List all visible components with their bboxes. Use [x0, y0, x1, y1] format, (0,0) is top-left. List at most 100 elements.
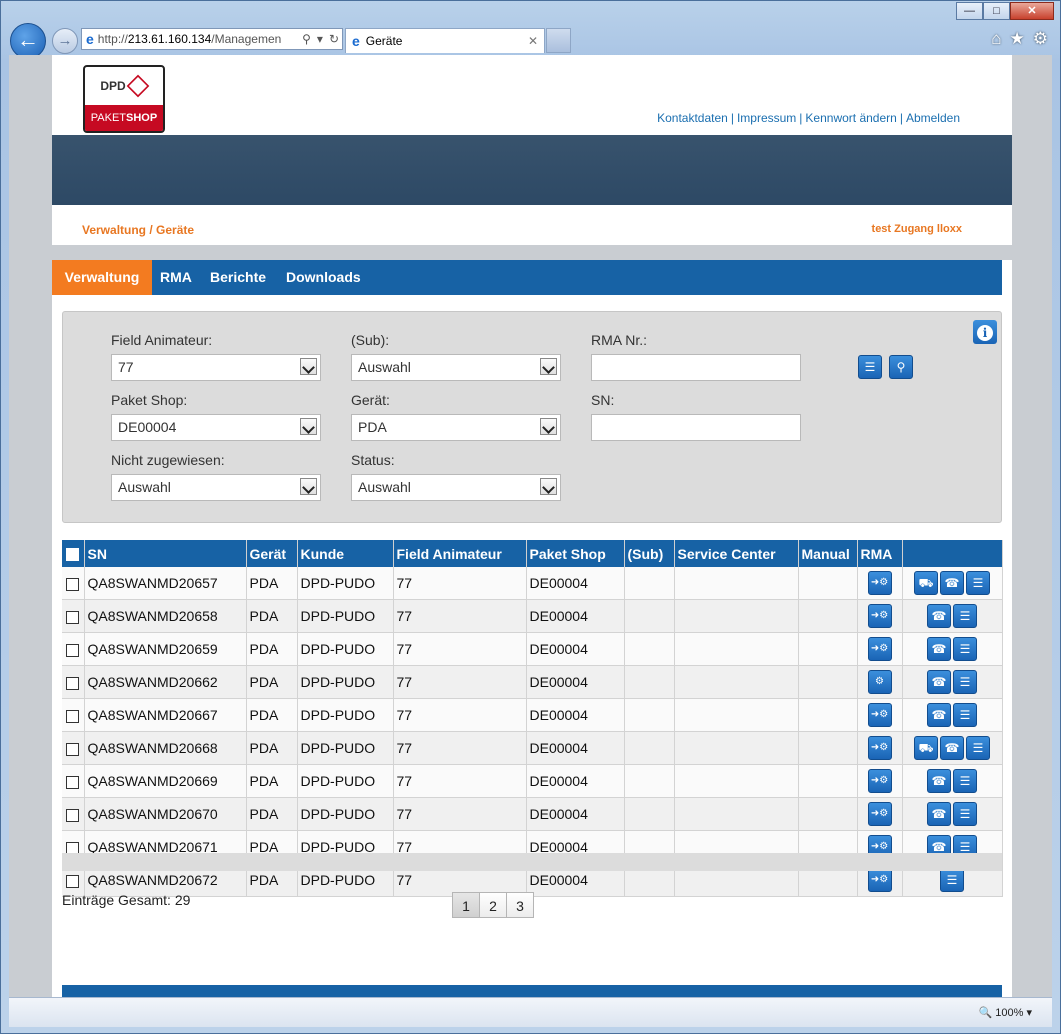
row-select[interactable] — [62, 698, 85, 732]
page-2[interactable]: 2 — [479, 892, 507, 918]
info-icon[interactable]: i — [973, 320, 997, 344]
search-icon[interactable]: ⚲ — [889, 355, 913, 379]
row-select[interactable] — [62, 599, 85, 633]
gear-icon[interactable]: ⚙ — [867, 670, 892, 694]
maximize-button[interactable]: □ — [983, 2, 1010, 20]
row-select[interactable] — [62, 731, 85, 765]
document-icon[interactable]: ☰ — [953, 769, 977, 793]
arrow-gear-icon[interactable]: ➜⚙ — [867, 637, 892, 661]
arrow-gear-icon[interactable]: ➜⚙ — [867, 604, 892, 628]
close-tab-icon[interactable]: ✕ — [528, 34, 538, 48]
geraet-select[interactable]: PDA — [351, 414, 561, 441]
home-icon[interactable]: ⌂ — [991, 29, 1001, 49]
phone-icon[interactable]: ☎ — [927, 769, 951, 793]
arrow-gear-icon[interactable]: ➜⚙ — [867, 571, 892, 595]
settings-gear-icon[interactable]: ⚙ — [1033, 29, 1048, 49]
minimize-button[interactable]: — — [956, 2, 983, 20]
dropdown-icon[interactable]: ▾ — [317, 32, 323, 46]
back-arrow-icon[interactable]: ← — [10, 23, 46, 59]
menu-downloads[interactable]: Downloads — [286, 260, 361, 295]
menu-verwaltung[interactable]: Verwaltung — [52, 260, 152, 295]
field-animateur-select[interactable]: 77 — [111, 354, 321, 381]
row-select[interactable] — [62, 797, 85, 831]
row-checkbox[interactable] — [66, 643, 79, 657]
phone-icon[interactable]: ☎ — [927, 802, 951, 826]
row-checkbox[interactable] — [66, 742, 79, 756]
col-field-animateur[interactable]: Field Animateur — [393, 540, 527, 567]
link-kontaktdaten[interactable]: Kontaktdaten — [657, 111, 728, 125]
address-bar[interactable]: e http://213.61.160.134/Managemen ⚲ ▾ ↻ — [81, 28, 343, 50]
arrow-gear-icon[interactable]: ➜⚙ — [867, 703, 892, 727]
sub-select[interactable]: Auswahl — [351, 354, 561, 381]
select-all-header[interactable] — [62, 540, 85, 567]
document-icon[interactable]: ☰ — [953, 604, 977, 628]
col-manual[interactable]: Manual — [798, 540, 858, 567]
arrow-gear-icon[interactable]: ➜⚙ — [867, 802, 892, 826]
arrow-gear-icon[interactable]: ➜⚙ — [867, 868, 892, 892]
page-3[interactable]: 3 — [506, 892, 534, 918]
phone-icon[interactable]: ☎ — [927, 637, 951, 661]
row-checkbox[interactable] — [66, 775, 79, 789]
link-abmelden[interactable]: Abmelden — [906, 111, 960, 125]
row-checkbox[interactable] — [66, 610, 79, 624]
zoom-level[interactable]: 🔍 100% ▾ — [979, 1006, 1032, 1019]
favorites-star-icon[interactable]: ★ — [1010, 29, 1025, 49]
document-icon[interactable]: ☰ — [953, 802, 977, 826]
truck-icon[interactable]: ⛟ — [914, 736, 938, 760]
row-select[interactable] — [62, 567, 85, 600]
document-icon[interactable]: ☰ — [966, 736, 990, 760]
document-icon[interactable]: ☰ — [858, 355, 882, 379]
dpd-paketshop-logo[interactable]: DPD PAKETSHOP — [83, 65, 165, 133]
document-icon[interactable]: ☰ — [966, 571, 990, 595]
phone-icon[interactable]: ☎ — [940, 736, 964, 760]
document-icon[interactable]: ☰ — [953, 670, 977, 694]
new-tab-button[interactable] — [546, 28, 571, 53]
row-checkbox[interactable] — [66, 808, 79, 822]
close-window-button[interactable]: ✕ — [1010, 2, 1054, 20]
col-sub[interactable]: (Sub) — [624, 540, 675, 567]
document-icon[interactable]: ☰ — [940, 868, 964, 892]
row-select[interactable] — [62, 632, 85, 666]
cell-rma: ➜⚙ — [857, 698, 903, 732]
browser-tab[interactable]: e Geräte ✕ — [345, 28, 545, 53]
select-all-checkbox[interactable] — [66, 548, 79, 562]
truck-icon[interactable]: ⛟ — [914, 571, 938, 595]
col-sn[interactable]: SN — [84, 540, 247, 567]
phone-icon[interactable]: ☎ — [927, 604, 951, 628]
nicht-zugewiesen-select[interactable]: Auswahl — [111, 474, 321, 501]
menu-berichte[interactable]: Berichte — [210, 260, 266, 295]
row-select[interactable] — [62, 665, 85, 699]
col-service-center[interactable]: Service Center — [674, 540, 799, 567]
col-geraet[interactable]: Gerät — [246, 540, 298, 567]
row-checkbox[interactable] — [66, 874, 79, 888]
menu-rma[interactable]: RMA — [160, 260, 192, 295]
phone-icon[interactable]: ☎ — [940, 571, 964, 595]
document-icon[interactable]: ☰ — [953, 637, 977, 661]
refresh-icon[interactable]: ↻ — [329, 32, 339, 46]
browser-tools: ⌂ ★ ⚙ — [991, 29, 1048, 49]
paket-shop-select[interactable]: DE00004 — [111, 414, 321, 441]
cell-geraet: PDA — [246, 797, 298, 831]
document-icon[interactable]: ☰ — [953, 703, 977, 727]
col-kunde[interactable]: Kunde — [297, 540, 394, 567]
forward-arrow-icon[interactable]: → — [52, 28, 78, 54]
link-kennwort[interactable]: Kennwort ändern — [805, 111, 896, 125]
page-1[interactable]: 1 — [452, 892, 480, 918]
address-url: http://213.61.160.134/Managemen — [97, 32, 282, 46]
col-rma[interactable]: RMA — [857, 540, 903, 567]
arrow-gear-icon[interactable]: ➜⚙ — [867, 736, 892, 760]
row-select[interactable] — [62, 764, 85, 798]
sn-input[interactable] — [591, 414, 801, 441]
status-select[interactable]: Auswahl — [351, 474, 561, 501]
row-checkbox[interactable] — [66, 676, 79, 690]
phone-icon[interactable]: ☎ — [927, 670, 951, 694]
rma-nr-input[interactable] — [591, 354, 801, 381]
search-icon[interactable]: ⚲ — [302, 32, 311, 46]
link-impressum[interactable]: Impressum — [737, 111, 796, 125]
phone-icon[interactable]: ☎ — [927, 703, 951, 727]
row-checkbox[interactable] — [66, 577, 79, 591]
row-checkbox[interactable] — [66, 709, 79, 723]
col-paket-shop[interactable]: Paket Shop — [526, 540, 625, 567]
arrow-gear-icon[interactable]: ➜⚙ — [867, 769, 892, 793]
logo-text: DPD — [100, 79, 126, 93]
